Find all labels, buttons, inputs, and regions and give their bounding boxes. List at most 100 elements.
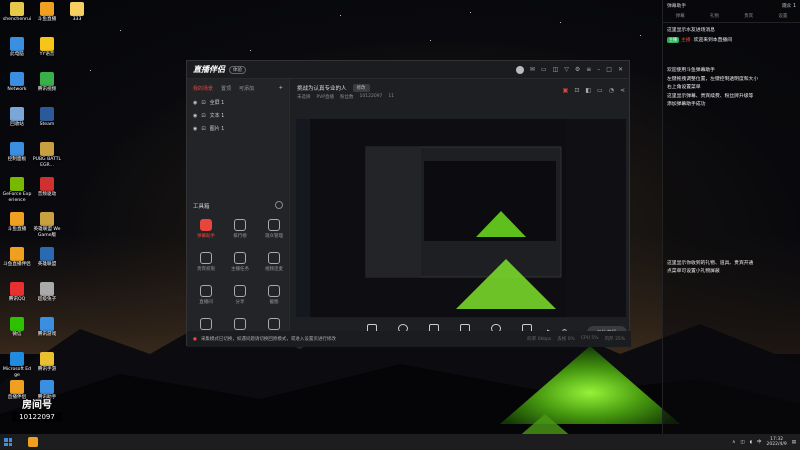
app-icon bbox=[40, 352, 54, 366]
desktop-icon[interactable]: 控制面板 bbox=[2, 142, 32, 163]
desktop-icon-label: 腾讯QQ bbox=[8, 297, 26, 302]
message-icon[interactable]: ✉ bbox=[530, 66, 535, 73]
desktop-icon[interactable]: 音频驱动 bbox=[32, 177, 62, 198]
app-icon bbox=[40, 177, 54, 191]
tool-button[interactable]: 直播间 bbox=[191, 285, 221, 305]
edit-title-button[interactable]: 修改 bbox=[352, 84, 370, 92]
desktop-icon[interactable]: 333 bbox=[62, 2, 92, 23]
meta-subcategory[interactable]: PVP直播 bbox=[317, 94, 335, 100]
lock-icon[interactable]: ⊡ bbox=[201, 113, 205, 119]
app-titlebar: 直播伴侣 体验 ✉ ▭ ◫ ▽ ⚙ ≡ – □ ✕ bbox=[187, 61, 629, 79]
desktop-icon[interactable]: 超级兔子 bbox=[32, 282, 62, 303]
tool-button[interactable]: 截图 bbox=[259, 285, 289, 305]
danmaku-message: 左键拖拽调整位置，左键控制透明度和大小 bbox=[663, 76, 800, 85]
desktop-icon[interactable]: PUBG BATTLEGR... bbox=[32, 142, 62, 168]
tool-button[interactable]: 排行榜 bbox=[225, 219, 255, 239]
desktop-icon[interactable]: 斗鱼直播伴侣 bbox=[2, 247, 32, 268]
chevron-up-icon[interactable]: ∧ bbox=[732, 440, 735, 445]
desktop-icon[interactable]: shenchenrui bbox=[2, 2, 32, 23]
maximize-icon[interactable]: □ bbox=[606, 66, 612, 73]
avatar[interactable] bbox=[515, 65, 524, 74]
stream-preview[interactable] bbox=[296, 119, 626, 317]
source-item[interactable]: ◉ ⊡ 图片 1 bbox=[187, 122, 289, 135]
close-icon[interactable]: ✕ bbox=[618, 66, 623, 73]
share-icon[interactable]: ⋖ bbox=[620, 87, 625, 94]
toolbox-collapse-icon[interactable] bbox=[275, 201, 283, 209]
source-item[interactable]: ◉ ⊡ 文本 1 bbox=[187, 109, 289, 122]
menu-icon[interactable]: ≡ bbox=[586, 66, 591, 73]
tool-button[interactable]: 弹幕助手 bbox=[191, 219, 221, 239]
desktop-icon[interactable]: YY语音 bbox=[32, 37, 62, 58]
desktop-icon[interactable]: 回收站 bbox=[2, 107, 32, 128]
gift-icon[interactable]: ◫ bbox=[553, 66, 559, 73]
version-badge[interactable]: 体验 bbox=[229, 65, 246, 74]
meta-fans-label: 粉丝数 bbox=[340, 95, 354, 100]
desktop-icon[interactable]: 英雄联盟 WeGame版 bbox=[32, 212, 62, 238]
desktop-icon[interactable]: 腾讯游戏 bbox=[32, 317, 62, 338]
desktop-icon[interactable]: 腾讯视频 bbox=[32, 72, 62, 93]
danmaku-message: 这里显示你收到的礼物、道具、贵宾开通 bbox=[663, 260, 800, 269]
message-text: 欢迎来到本直播间 bbox=[693, 37, 732, 43]
danmaku-toggle-icon[interactable]: ▣ bbox=[563, 87, 569, 94]
app-logo[interactable] bbox=[28, 437, 38, 447]
tab-addable[interactable]: 可添加 bbox=[239, 85, 254, 92]
lock-icon[interactable]: ⊡ bbox=[201, 126, 205, 132]
start-button[interactable] bbox=[4, 438, 12, 446]
lock-icon[interactable]: ⊡ bbox=[574, 87, 579, 94]
mic-icon[interactable]: ◧ bbox=[585, 87, 591, 94]
tab-settings[interactable]: 设置 bbox=[778, 13, 787, 19]
app-icon bbox=[70, 2, 84, 16]
desktop-icon[interactable]: Network bbox=[2, 72, 32, 93]
room-id-overlay: 房间号 10122097 bbox=[12, 396, 62, 422]
tool-icon bbox=[200, 252, 212, 264]
shirt-icon[interactable]: ▽ bbox=[564, 66, 569, 73]
tool-button[interactable]: 主播任务 bbox=[225, 252, 255, 272]
desktop-icon[interactable]: 英雄联盟 bbox=[32, 247, 62, 268]
desktop-icon[interactable]: 斗鱼直播 bbox=[32, 2, 62, 23]
desktop-icon[interactable]: 微信 bbox=[2, 317, 32, 338]
desktop-icon[interactable]: 此电脑 bbox=[2, 37, 32, 58]
desktop-icon[interactable]: 斗鱼直播 bbox=[2, 212, 32, 233]
eye-icon[interactable]: ◉ bbox=[193, 100, 197, 106]
desktop-icon[interactable]: Steam bbox=[32, 107, 62, 128]
tab-danmaku[interactable]: 弹幕 bbox=[676, 13, 685, 19]
desktop-icon[interactable]: 腾讯QQ bbox=[2, 282, 32, 303]
screen-icon[interactable]: ▭ bbox=[541, 66, 547, 73]
tool-button[interactable]: 贵宾权限 bbox=[191, 252, 221, 272]
eye-icon[interactable]: ◉ bbox=[193, 113, 197, 119]
lock-icon[interactable]: ⊡ bbox=[201, 100, 205, 106]
desktop-icon[interactable]: Microsoft Edge bbox=[2, 352, 32, 378]
meta-category[interactable]: 未选择 bbox=[297, 94, 311, 100]
desktop-icon-label: 斗鱼直播伴侣 bbox=[3, 262, 31, 267]
bell-icon[interactable]: ◔ bbox=[609, 87, 614, 94]
danmaku-panel: 弹幕助手 观众 1 弹幕 礼物 贵宾 设置 这里显示水友进场消息 主播 主播 欢迎来到… bbox=[662, 0, 800, 434]
clock[interactable]: 17:32 2022/4/9 bbox=[767, 437, 787, 447]
notification-icon[interactable]: ▤ bbox=[792, 440, 796, 445]
app-icon bbox=[40, 282, 54, 296]
desktop-icon-label: Network bbox=[7, 87, 27, 92]
volume-icon[interactable]: ◖ bbox=[750, 440, 752, 445]
username[interactable]: 主播 bbox=[681, 38, 691, 43]
source-item[interactable]: ◉ ⊡ 全屏 1 bbox=[187, 96, 289, 109]
tool-button[interactable]: 分享 bbox=[225, 285, 255, 305]
stat-memory: 内存 35% bbox=[604, 337, 625, 342]
language-indicator[interactable]: 中 bbox=[757, 439, 762, 445]
settings-icon[interactable]: ⚙ bbox=[575, 66, 580, 73]
tool-button[interactable]: 视频连麦 bbox=[259, 252, 289, 272]
message-text: 添加弹幕助手成功 bbox=[667, 102, 706, 107]
tool-label: 主播任务 bbox=[231, 267, 249, 272]
tab-pinned[interactable]: 置顶 bbox=[221, 85, 231, 92]
tool-label: 分享 bbox=[235, 300, 245, 305]
minimize-icon[interactable]: – bbox=[597, 66, 600, 73]
tab-my-scenes[interactable]: 我的场景 bbox=[193, 85, 213, 92]
screen-icon[interactable]: ▭ bbox=[597, 87, 603, 94]
tool-icon bbox=[200, 219, 212, 231]
add-scene-icon[interactable]: + bbox=[279, 85, 283, 92]
eye-icon[interactable]: ◉ bbox=[193, 126, 197, 132]
tab-vip[interactable]: 贵宾 bbox=[744, 13, 753, 19]
desktop-icon[interactable]: 腾讯手游 bbox=[32, 352, 62, 373]
tool-button[interactable]: 观众管理 bbox=[259, 219, 289, 239]
tab-gifts[interactable]: 礼物 bbox=[710, 13, 719, 19]
desktop-icon[interactable]: GeForce Experience bbox=[2, 177, 32, 203]
network-icon[interactable]: ◫ bbox=[740, 440, 744, 445]
